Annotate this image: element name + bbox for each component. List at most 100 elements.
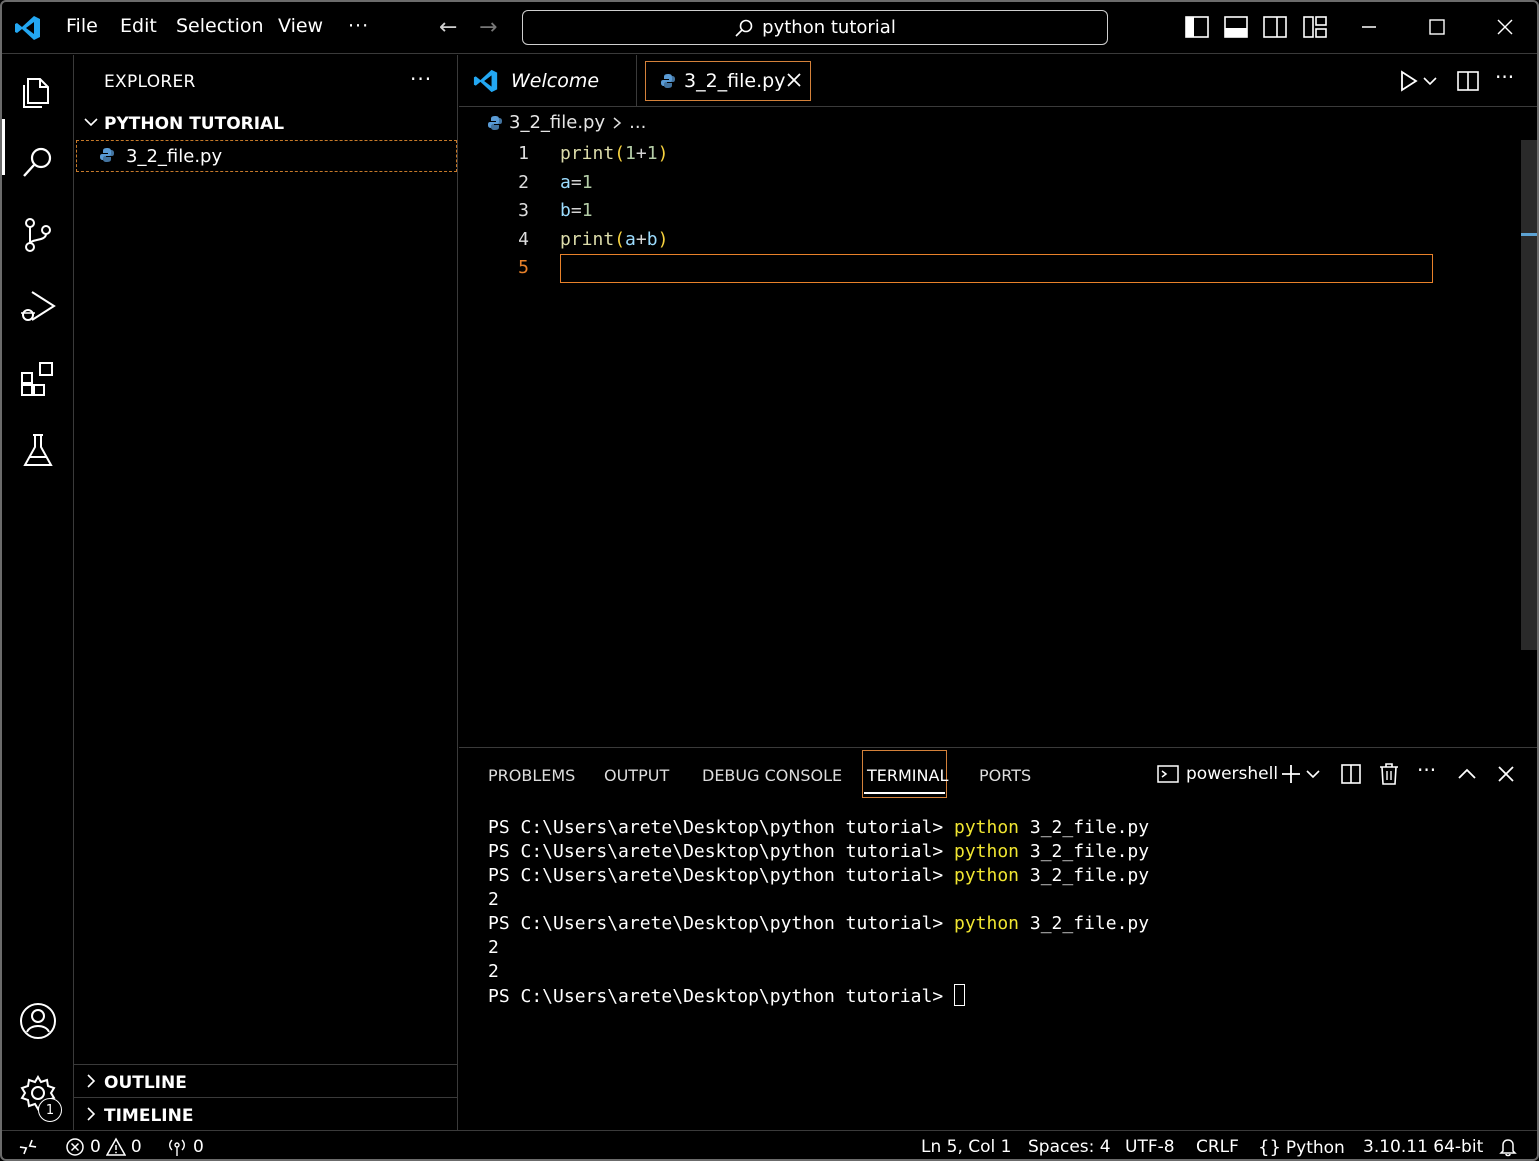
terminal-output-text: 2 — [488, 889, 499, 910]
run-and-debug-icon[interactable] — [18, 287, 58, 327]
settings-badge: 1 — [38, 1098, 62, 1122]
tab-3_2_file[interactable]: 3_2_file.py — [645, 61, 811, 101]
editor-scrollbar[interactable] — [1521, 140, 1537, 650]
terminal-dropdown-chevron-icon[interactable] — [1305, 762, 1321, 786]
command-center-search[interactable]: python tutorial — [522, 10, 1108, 45]
warning-icon — [105, 1137, 126, 1156]
search-text: python tutorial — [762, 17, 896, 38]
explorer-icon[interactable] — [18, 71, 58, 111]
active-tab-underline — [864, 792, 945, 794]
ports-indicator[interactable]: 0 — [166, 1137, 204, 1157]
menu-view[interactable]: View — [278, 15, 323, 37]
run-dropdown-chevron-icon[interactable] — [1422, 69, 1438, 93]
code-line: a=1 — [560, 172, 593, 193]
bell-icon — [1499, 1139, 1517, 1157]
line-number: 1 — [518, 143, 529, 164]
search-icon[interactable] — [18, 143, 58, 183]
testing-flask-icon[interactable] — [18, 431, 58, 471]
title-bar: File Edit Selection View ··· ← → python … — [2, 2, 1537, 54]
code-token: + — [635, 143, 647, 164]
terminal-line: PS C:\Users\arete\Desktop\python tutoria… — [488, 816, 1149, 840]
breadcrumb-more[interactable]: ... — [629, 112, 646, 133]
explorer-more-icon[interactable]: ··· — [410, 67, 432, 91]
close-tab-icon[interactable] — [784, 70, 804, 90]
tab-welcome[interactable]: Welcome — [459, 55, 637, 107]
end-of-line[interactable]: CRLF — [1196, 1137, 1239, 1157]
code-token: 1 — [625, 143, 636, 164]
code-line: b=1 — [560, 200, 593, 221]
terminal-prompt: PS C:\Users\arete\Desktop\python tutoria… — [488, 841, 954, 862]
toggle-secondary-sidebar-icon[interactable] — [1262, 14, 1288, 40]
terminal-command: python — [954, 841, 1020, 862]
tab-ports[interactable]: PORTS — [979, 766, 1031, 785]
run-python-file-icon[interactable] — [1396, 69, 1420, 93]
notifications[interactable] — [1498, 1137, 1518, 1157]
folder-python-tutorial[interactable]: PYTHON TUTORIAL — [74, 111, 457, 139]
forward-arrow-icon[interactable]: → — [479, 15, 497, 40]
status-bar: 0 0 0 Ln 5, Col 1 Spaces: 4 UTF-8 CRLF {… — [2, 1130, 1537, 1159]
breadcrumb-file[interactable]: 3_2_file.py — [509, 112, 605, 133]
close-panel-icon[interactable] — [1494, 762, 1518, 786]
code-token: b — [560, 200, 571, 221]
extensions-icon[interactable] — [18, 359, 58, 399]
code-token: 1 — [581, 200, 593, 221]
tab-problems[interactable]: PROBLEMS — [488, 766, 575, 785]
new-terminal-plus-icon[interactable] — [1279, 762, 1303, 786]
remote-indicator[interactable] — [18, 1137, 38, 1157]
editor-more-icon[interactable]: ··· — [1495, 65, 1525, 89]
terminal-line: 2 — [488, 888, 1149, 912]
menu-file[interactable]: File — [66, 15, 98, 37]
split-terminal-icon[interactable] — [1339, 762, 1363, 786]
editor-tabs: Welcome 3_2_file.py ··· — [459, 55, 1537, 107]
split-editor-icon[interactable] — [1456, 69, 1480, 93]
ports-count: 0 — [193, 1137, 204, 1157]
chevron-right-icon — [87, 1107, 96, 1121]
problems-indicator[interactable]: 0 0 — [65, 1137, 142, 1157]
accounts-icon[interactable] — [18, 1001, 58, 1041]
encoding[interactable]: UTF-8 — [1125, 1137, 1175, 1157]
maximize-panel-chevron-up-icon[interactable] — [1455, 762, 1479, 786]
vscode-window: File Edit Selection View ··· ← → python … — [0, 0, 1539, 1161]
menu-selection[interactable]: Selection — [176, 15, 264, 37]
maximize-icon[interactable] — [1422, 12, 1452, 42]
line-number: 5 — [518, 257, 529, 278]
cursor-position[interactable]: Ln 5, Col 1 — [921, 1137, 1012, 1157]
toggle-primary-sidebar-icon[interactable] — [1184, 14, 1210, 40]
close-window-icon[interactable] — [1490, 12, 1520, 42]
source-control-icon[interactable] — [18, 215, 58, 255]
code-token: ) — [657, 228, 669, 250]
minimize-icon[interactable] — [1354, 12, 1384, 42]
outline-section[interactable]: OUTLINE — [74, 1064, 457, 1097]
tab-file-label: 3_2_file.py — [684, 70, 786, 92]
file-item-3_2_file[interactable]: 3_2_file.py — [76, 140, 457, 172]
search-icon — [735, 19, 753, 37]
code-token: a — [625, 228, 636, 250]
terminal-output[interactable]: PS C:\Users\arete\Desktop\python tutoria… — [488, 816, 1149, 1009]
kill-terminal-trash-icon[interactable] — [1377, 762, 1401, 786]
language-mode[interactable]: {} Python — [1258, 1137, 1345, 1158]
tab-terminal[interactable]: TERMINAL — [867, 766, 948, 785]
panel-more-icon[interactable]: ··· — [1417, 758, 1447, 782]
terminal-line: 2 — [488, 960, 1149, 984]
python-interpreter[interactable]: 3.10.11 64-bit — [1363, 1137, 1483, 1157]
scrollbar-cursor-marker — [1521, 233, 1537, 236]
line-number: 3 — [518, 200, 529, 221]
terminal-cursor — [954, 984, 965, 1006]
indentation[interactable]: Spaces: 4 — [1028, 1137, 1111, 1157]
terminal-argument: 3_2_file.py — [1019, 865, 1150, 886]
braces-icon: {} — [1258, 1137, 1281, 1158]
timeline-section[interactable]: TIMELINE — [74, 1097, 457, 1130]
code-editor[interactable]: 12345 print(1+1) a=1 b=1 print(a+b) — [459, 140, 1521, 746]
tab-output[interactable]: OUTPUT — [604, 766, 669, 785]
code-token: ( — [614, 228, 626, 250]
menu-edit[interactable]: Edit — [120, 15, 157, 37]
back-arrow-icon[interactable]: ← — [439, 15, 457, 40]
terminal-command: python — [954, 913, 1020, 934]
terminal-line: 2 — [488, 936, 1149, 960]
toggle-panel-icon[interactable] — [1223, 14, 1249, 40]
terminal-name[interactable]: powershell — [1186, 764, 1278, 784]
vscode-logo-icon — [473, 69, 498, 93]
tab-debug-console[interactable]: DEBUG CONSOLE — [702, 766, 842, 785]
menu-more-icon[interactable]: ··· — [348, 15, 369, 37]
customize-layout-icon[interactable] — [1302, 14, 1328, 40]
